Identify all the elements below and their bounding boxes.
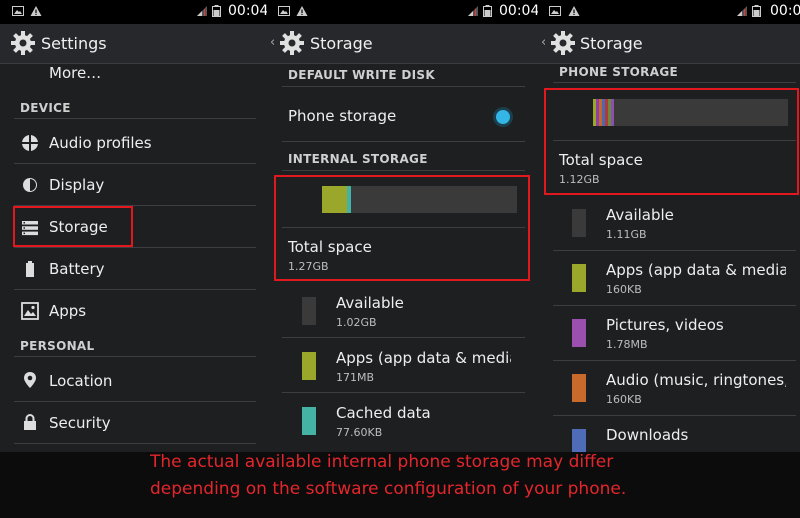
row-divider	[14, 163, 256, 164]
settings-title: Settings	[41, 34, 107, 53]
storage-title: Storage	[310, 34, 373, 53]
signal-icon	[197, 6, 207, 16]
storage-action-bar[interactable]: ‹ Storage	[267, 24, 538, 64]
device-section-header: DEVICE	[20, 101, 71, 115]
apps-value: 171MB	[336, 371, 375, 384]
internal-storage-highlight-box	[274, 175, 530, 281]
image-notification-icon	[549, 6, 561, 16]
status-time: 00:04	[770, 3, 800, 19]
available-label: Available	[336, 294, 404, 312]
security-label: Security	[49, 414, 111, 432]
phone-storage-radio[interactable]	[496, 110, 510, 124]
default-write-disk-header: DEFAULT WRITE DISK	[288, 68, 435, 82]
back-chevron-icon[interactable]: ‹	[541, 35, 546, 50]
apps-icon	[21, 302, 39, 320]
row-divider	[282, 392, 525, 393]
apps-label: Apps	[49, 302, 87, 320]
settings-gear-icon	[11, 31, 35, 55]
more-item[interactable]: More…	[49, 64, 101, 82]
battery-status-icon	[483, 5, 492, 17]
image-notification-icon	[12, 6, 24, 16]
audio-label: Audio (music, ringtones, p	[606, 371, 786, 389]
display-brightness-icon	[23, 178, 37, 192]
lock-icon	[24, 414, 36, 430]
audio-color-swatch	[572, 374, 586, 402]
storage-action-bar[interactable]: ‹ Storage	[538, 24, 800, 64]
audio-value: 160KB	[606, 393, 642, 406]
internal-storage-header: INTERNAL STORAGE	[288, 152, 428, 166]
warning-notification-icon	[296, 6, 308, 16]
device-divider	[14, 118, 256, 119]
settings-gear-icon	[551, 31, 575, 55]
caption-line-1: The actual available internal phone stor…	[150, 452, 614, 472]
apps-value: 160KB	[606, 283, 642, 296]
status-bar: 00:04	[538, 0, 800, 24]
caption-line-2: depending on the software configuration …	[150, 479, 627, 499]
row-divider	[553, 415, 796, 416]
row-divider	[14, 289, 256, 290]
settings-action-bar: Settings	[0, 24, 267, 64]
battery-status-icon	[212, 5, 221, 17]
internal-divider	[282, 170, 525, 171]
row-divider	[14, 443, 256, 444]
personal-divider	[14, 356, 256, 357]
phone-storage-label: Phone storage	[288, 107, 397, 125]
signal-icon	[468, 6, 478, 16]
signal-icon	[737, 6, 747, 16]
storage-internal-screen: 00:04 ‹ Storage DEFAULT WRITE DISK Phone…	[267, 0, 538, 518]
row-divider	[553, 305, 796, 306]
pictures-color-swatch	[572, 319, 586, 347]
battery-label: Battery	[49, 260, 105, 278]
caption-banner: The actual available internal phone stor…	[0, 452, 800, 518]
status-time: 00:04	[228, 3, 267, 19]
settings-screen: 00:04 Settings More… DEVICE Audio profil…	[0, 0, 267, 518]
cached-color-swatch	[302, 407, 316, 435]
apps-color-swatch	[572, 264, 586, 292]
audio-profiles-icon	[21, 134, 39, 152]
status-bar: 00:04	[0, 0, 267, 24]
cached-data-value: 77.60KB	[336, 426, 383, 439]
battery-icon	[26, 261, 34, 277]
available-value: 1.11GB	[606, 228, 647, 241]
status-bar: 00:04	[267, 0, 538, 24]
status-time: 00:04	[499, 3, 538, 19]
cached-data-label: Cached data	[336, 404, 431, 422]
storage-title: Storage	[580, 34, 643, 53]
row-divider	[282, 141, 525, 142]
personal-section-header: PERSONAL	[20, 339, 95, 353]
row-divider	[553, 360, 796, 361]
available-color-swatch	[302, 297, 316, 325]
audio-profiles-label: Audio profiles	[49, 134, 152, 152]
row-divider	[14, 247, 256, 248]
write-disk-divider	[282, 86, 525, 87]
apps-label: Apps (app data & media c	[606, 261, 786, 279]
available-label: Available	[606, 206, 674, 224]
battery-status-icon	[752, 5, 761, 17]
settings-gear-icon	[280, 31, 304, 55]
row-divider	[282, 337, 525, 338]
warning-notification-icon	[30, 6, 42, 16]
row-divider	[553, 250, 796, 251]
apps-label: Apps (app data & media c	[336, 349, 511, 367]
phone-storage-header: PHONE STORAGE	[559, 65, 678, 79]
back-chevron-icon[interactable]: ‹	[270, 35, 275, 50]
warning-notification-icon	[568, 6, 580, 16]
row-divider	[14, 401, 256, 402]
pictures-videos-label: Pictures, videos	[606, 316, 724, 334]
available-color-swatch	[572, 209, 586, 237]
storage-phone-screen: 00:04 ‹ Storage PHONE STORAGE Total spac…	[538, 0, 800, 518]
location-label: Location	[49, 372, 113, 390]
image-notification-icon	[278, 6, 290, 16]
location-pin-icon	[24, 372, 36, 388]
downloads-label: Downloads	[606, 426, 689, 444]
display-label: Display	[49, 176, 105, 194]
pictures-videos-value: 1.78MB	[606, 338, 648, 351]
phone-storage-highlight-box	[544, 88, 799, 195]
apps-color-swatch	[302, 352, 316, 380]
available-value: 1.02GB	[336, 316, 377, 329]
storage-highlight-box	[13, 206, 133, 247]
phone-storage-divider	[553, 82, 796, 83]
